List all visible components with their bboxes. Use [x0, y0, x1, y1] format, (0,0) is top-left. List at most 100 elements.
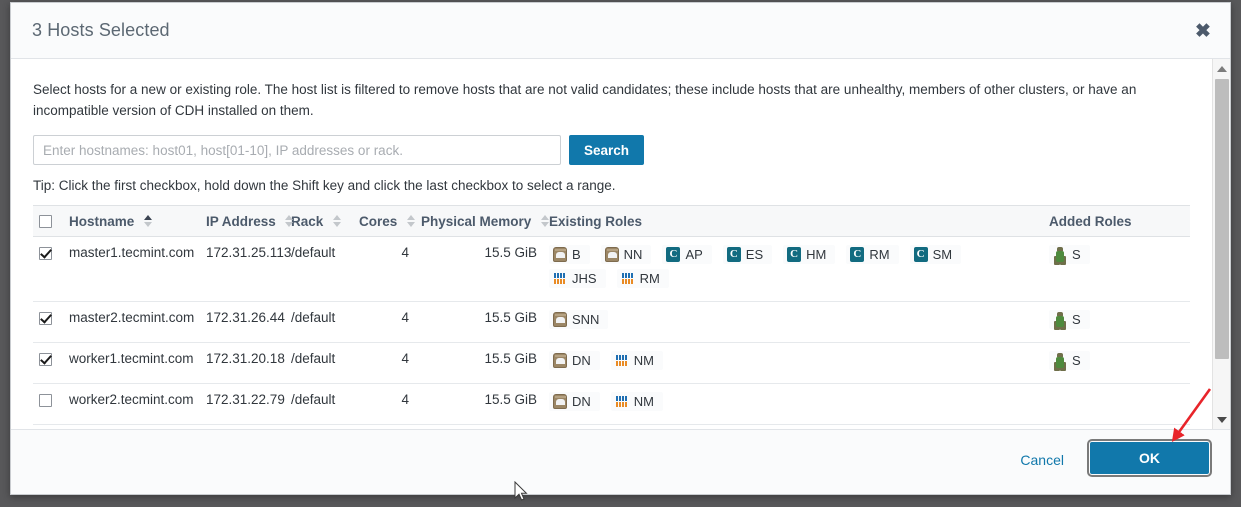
existing-role-badge[interactable]: RM: [616, 269, 669, 288]
row-checkbox[interactable]: [39, 311, 52, 325]
cell-rack: /default: [285, 342, 353, 384]
existing-role-badge[interactable]: C ES: [722, 245, 773, 264]
sort-icon-ip-address[interactable]: [285, 214, 294, 227]
existing-role-badge[interactable]: C HM: [783, 245, 836, 264]
sort-icon-physical-memory[interactable]: [540, 214, 549, 227]
dialog-title: 3 Hosts Selected: [32, 20, 170, 40]
search-input[interactable]: [33, 135, 561, 165]
cell-added-roles: S: [1043, 342, 1190, 384]
cell-ip-address: 172.31.26.44: [200, 301, 285, 343]
existing-role-badge[interactable]: JHS: [549, 269, 606, 288]
cloudera-management-icon: C: [913, 247, 928, 262]
column-label-added-roles: Added Roles: [1049, 213, 1132, 229]
cloudera-management-icon: C: [726, 247, 741, 262]
row-select-cell[interactable]: [33, 383, 63, 425]
row-checkbox[interactable]: [39, 393, 52, 407]
table-row[interactable]: master1.tecmint.com 172.31.25.113/default…: [33, 236, 1190, 302]
row-select-cell[interactable]: [33, 301, 63, 343]
cloudera-management-icon: C: [850, 247, 865, 262]
dialog-footer: Cancel OK: [11, 429, 1230, 494]
cancel-button[interactable]: Cancel: [1020, 452, 1064, 468]
column-label-physical-memory: Physical Memory: [421, 213, 532, 229]
existing-role-badge[interactable]: C RM: [846, 245, 899, 264]
column-header-rack[interactable]: Rack: [285, 205, 353, 237]
cell-rack: /default: [285, 236, 353, 302]
hdfs-icon: [553, 353, 567, 368]
dialog-description: Select hosts for a new or existing role.…: [33, 82, 1137, 118]
ok-button[interactable]: OK: [1087, 439, 1212, 477]
role-label: NN: [623, 247, 643, 262]
table-row[interactable]: worker2.tecmint.com 172.31.22.79/default 4…: [33, 383, 1190, 425]
row-select-cell[interactable]: [33, 342, 63, 384]
row-select-cell[interactable]: [33, 236, 63, 302]
existing-role-badge[interactable]: C AP: [662, 245, 712, 264]
dialog-header: 3 Hosts Selected ✖: [11, 3, 1230, 59]
existing-role-badge[interactable]: SNN: [549, 310, 609, 329]
existing-role-badge[interactable]: DN: [549, 392, 600, 411]
cell-cores: 4: [353, 236, 415, 302]
cell-existing-roles: DN NM: [543, 383, 1043, 425]
zookeeper-icon: [1053, 353, 1067, 368]
row-checkbox[interactable]: [39, 352, 52, 366]
yarn-icon: [615, 394, 629, 409]
column-header-existing-roles: Existing Roles: [543, 205, 1043, 237]
sort-ascending-icon[interactable]: [143, 214, 152, 227]
scrollbar-thumb[interactable]: [1215, 79, 1229, 359]
column-header-select-all[interactable]: [33, 205, 63, 237]
role-label: SM: [932, 247, 953, 262]
cloudera-management-icon: C: [787, 247, 802, 262]
hosts-table-header-row: Hostname IP Address Rack Cores Physical …: [33, 205, 1190, 237]
existing-role-badge[interactable]: DN: [549, 351, 600, 370]
scroll-up-icon[interactable]: [1213, 61, 1230, 77]
cell-existing-roles: B NN C AP C ES C HM C RM C SM JHS RM: [543, 236, 1043, 302]
cell-ip-address: 172.31.20.18: [200, 342, 285, 384]
cell-ip-address: 172.31.22.79: [200, 383, 285, 425]
role-label: ES: [745, 247, 764, 262]
cell-rack: /default: [285, 383, 353, 425]
existing-role-badge[interactable]: NM: [610, 392, 663, 411]
added-role-badge[interactable]: S: [1049, 351, 1090, 370]
tip-text: Tip: Click the first checkbox, hold down…: [33, 178, 616, 193]
hdfs-icon: [553, 312, 567, 327]
column-header-physical-memory[interactable]: Physical Memory: [415, 205, 549, 237]
existing-role-badge[interactable]: NN: [600, 245, 652, 264]
sort-icon-rack[interactable]: [332, 214, 341, 227]
hdfs-icon: [553, 247, 567, 262]
role-label: S: [1072, 312, 1081, 327]
cell-physical-memory: 15.5 GiB: [415, 383, 543, 425]
cloudera-management-icon: C: [666, 247, 681, 262]
select-all-checkbox[interactable]: [39, 215, 52, 229]
body-scrollbar[interactable]: [1212, 59, 1230, 430]
added-role-badge[interactable]: S: [1049, 310, 1090, 329]
existing-role-badge[interactable]: C SM: [909, 245, 962, 264]
added-role-badge[interactable]: S: [1049, 245, 1090, 264]
row-checkbox[interactable]: [39, 246, 52, 260]
hosts-table: Hostname IP Address Rack Cores Physical …: [33, 205, 1190, 425]
column-label-rack: Rack: [291, 213, 324, 229]
search-button[interactable]: Search: [569, 135, 645, 165]
yarn-icon: [615, 353, 629, 368]
cell-existing-roles: DN NM: [543, 342, 1043, 384]
cell-cores: 4: [353, 301, 415, 343]
role-label: S: [1072, 353, 1081, 368]
existing-role-badge[interactable]: B: [549, 245, 590, 264]
cell-hostname: master2.tecmint.com: [63, 301, 200, 343]
role-label: DN: [572, 394, 591, 409]
sort-icon-cores[interactable]: [406, 214, 415, 227]
column-header-hostname[interactable]: Hostname: [63, 205, 200, 237]
role-label: S: [1072, 247, 1081, 262]
column-header-cores[interactable]: Cores: [353, 205, 415, 237]
scroll-down-icon[interactable]: [1213, 412, 1230, 428]
role-label: SNN: [572, 312, 600, 327]
cell-added-roles: S: [1043, 236, 1190, 302]
column-header-ip-address[interactable]: IP Address: [200, 205, 294, 237]
table-row[interactable]: worker1.tecmint.com 172.31.20.18/default 4…: [33, 342, 1190, 384]
role-label: DN: [572, 353, 591, 368]
existing-role-badge[interactable]: NM: [610, 351, 663, 370]
cell-added-roles: [1043, 383, 1190, 425]
cell-rack: /default: [285, 301, 353, 343]
role-label: RM: [639, 271, 660, 286]
table-row[interactable]: master2.tecmint.com 172.31.26.44/default 4…: [33, 301, 1190, 343]
close-icon[interactable]: ✖: [1190, 19, 1216, 45]
cell-hostname: worker1.tecmint.com: [63, 342, 200, 384]
